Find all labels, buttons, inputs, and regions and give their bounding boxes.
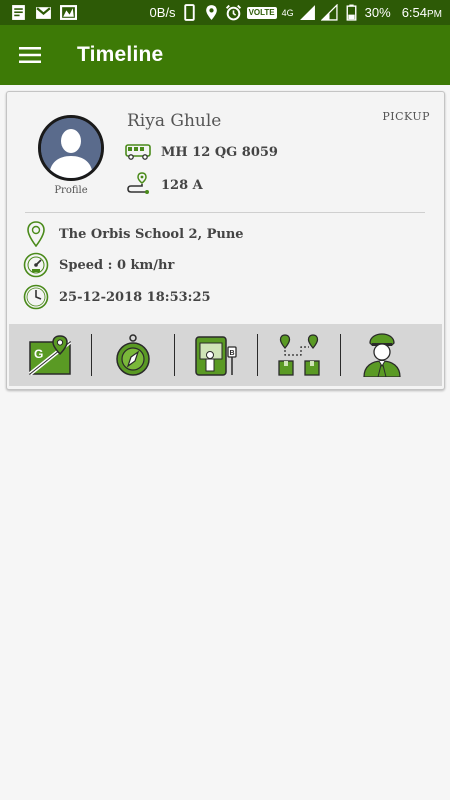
driver-button[interactable]	[341, 324, 423, 386]
route-row: 128 A	[125, 172, 203, 198]
driver-icon	[363, 333, 401, 377]
timeline-card[interactable]: Profile Riya Ghule PICKUP MH 12 QG 8059 …	[6, 91, 445, 390]
card-action-bar: G B	[9, 324, 442, 386]
clock-time: 6:54PM	[401, 5, 442, 20]
svg-text:G: G	[34, 347, 43, 361]
page-title: Timeline	[77, 43, 164, 66]
trip-type-badge: PICKUP	[382, 110, 430, 123]
location-text: The Orbis School 2, Pune	[59, 226, 244, 242]
bus-stop-icon: B	[195, 336, 237, 376]
signal-sim2-icon	[320, 4, 338, 21]
vehicle-row: MH 12 QG 8059	[125, 139, 278, 165]
gallery-notification-icon	[60, 5, 77, 20]
route-icon	[125, 172, 151, 198]
route-packages-icon	[278, 334, 320, 376]
student-name: Riya Ghule	[127, 111, 222, 131]
avatar[interactable]	[38, 115, 104, 181]
notes-notification-icon	[12, 5, 25, 20]
vehicle-number: MH 12 QG 8059	[161, 144, 278, 160]
location-row: The Orbis School 2, Pune	[23, 221, 244, 247]
card-divider	[25, 212, 425, 213]
network-type: 4G	[281, 7, 294, 18]
phone-icon	[183, 4, 195, 21]
user-silhouette-icon	[41, 118, 101, 178]
compass-icon	[116, 334, 150, 376]
datetime-text: 25-12-2018 18:53:25	[59, 289, 211, 305]
datetime-row: 25-12-2018 18:53:25	[23, 284, 211, 310]
hamburger-menu-icon	[19, 47, 41, 63]
volte-badge: VOLTE	[246, 6, 277, 19]
bus-stop-button[interactable]: B	[175, 324, 257, 386]
speed-row: Speed : 0 km/hr	[23, 252, 174, 278]
svg-text:B: B	[230, 350, 235, 357]
status-bar: 0B/s VOLTE 4G 30% 6:54PM	[0, 0, 450, 25]
alarm-icon	[225, 4, 241, 21]
speedometer-icon	[23, 252, 49, 278]
map-icon: G	[28, 335, 72, 376]
app-bar: Timeline	[0, 25, 450, 85]
profile-label: Profile	[54, 185, 88, 196]
battery-icon	[346, 4, 357, 21]
map-button[interactable]: G	[9, 324, 91, 386]
network-speed: 0B/s	[149, 5, 176, 20]
route-number: 128 A	[161, 177, 203, 193]
speed-text: Speed : 0 km/hr	[59, 257, 175, 273]
location-icon	[205, 5, 217, 20]
gmail-notification-icon	[36, 7, 51, 19]
map-pin-icon	[23, 221, 49, 247]
route-packages-button[interactable]	[258, 324, 340, 386]
bus-icon	[125, 139, 151, 165]
battery-percent: 30%	[364, 5, 391, 20]
signal-icon	[299, 5, 315, 20]
compass-button[interactable]	[92, 324, 174, 386]
menu-button[interactable]	[0, 25, 60, 85]
clock-icon	[23, 284, 49, 310]
